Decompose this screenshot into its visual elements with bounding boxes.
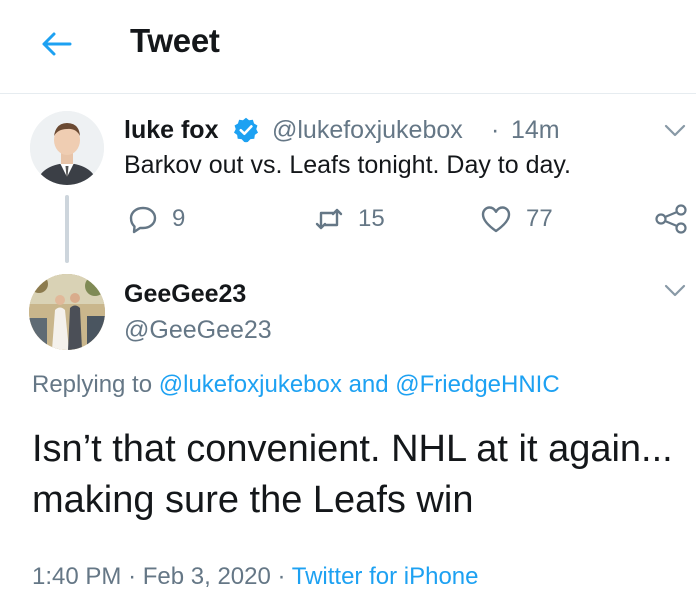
thread-line: [65, 195, 69, 263]
chevron-down-icon[interactable]: [664, 124, 686, 138]
chevron-down-icon[interactable]: [664, 284, 686, 298]
author-name[interactable]: luke fox: [124, 116, 218, 145]
retweet-button[interactable]: 15: [314, 204, 385, 234]
reply-count: 9: [172, 205, 186, 232]
replying-prefix: Replying to: [32, 371, 153, 398]
avatar[interactable]: [29, 274, 105, 350]
replying-and[interactable]: and: [349, 371, 389, 398]
avatar[interactable]: [30, 111, 104, 185]
separator: ·: [277, 563, 286, 590]
heart-icon: [481, 206, 511, 233]
author-handle[interactable]: @lukefoxjukebox: [272, 116, 463, 145]
tweet-text: Barkov out vs. Leafs tonight. Day to day…: [124, 151, 571, 179]
share-icon: [655, 204, 687, 234]
author-name[interactable]: GeeGee23: [124, 280, 246, 309]
mention-link[interactable]: @lukefoxjukebox: [159, 371, 342, 398]
replying-to: Replying to @lukefoxjukebox and @Friedge…: [32, 371, 560, 399]
retweet-count: 15: [358, 205, 385, 232]
reply-button[interactable]: 9: [128, 204, 185, 234]
retweet-icon: [315, 208, 343, 230]
verified-badge-icon: [233, 117, 259, 143]
share-button[interactable]: [654, 204, 688, 234]
tweet-time[interactable]: 14m: [511, 116, 560, 145]
mention-link[interactable]: @FriedgeHNIC: [395, 371, 559, 398]
tweet-text: Isn’t that convenient. NHL at it again..…: [32, 428, 673, 521]
page-title: Tweet: [130, 22, 220, 59]
reply-icon: [129, 206, 157, 234]
author-handle[interactable]: @GeeGee23: [124, 316, 272, 345]
separator: ·: [491, 116, 500, 144]
back-button[interactable]: [36, 28, 76, 60]
tweet-date[interactable]: Feb 3, 2020: [143, 563, 271, 590]
separator: ·: [128, 563, 137, 590]
like-button[interactable]: 77: [480, 204, 553, 234]
tweet-time[interactable]: 1:40 PM: [32, 563, 121, 590]
arrow-left-icon: [42, 32, 72, 56]
header: Tweet: [0, 0, 696, 94]
like-count: 77: [526, 205, 553, 232]
tweet-meta: 1:40 PM · Feb 3, 2020 · Twitter for iPho…: [32, 563, 479, 591]
tweet-source-link[interactable]: Twitter for iPhone: [292, 563, 479, 590]
